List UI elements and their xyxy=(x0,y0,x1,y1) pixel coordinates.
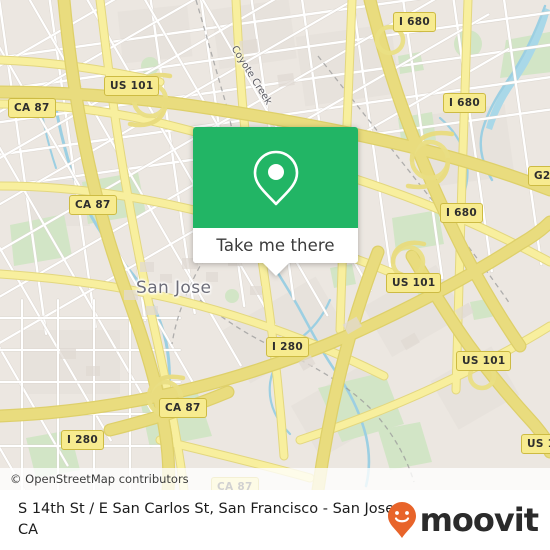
highway-shield[interactable]: CA 87 xyxy=(69,195,117,215)
map-attribution: © OpenStreetMap contributors xyxy=(0,468,550,490)
highway-shield[interactable]: I 680 xyxy=(443,93,486,113)
take-me-there-button[interactable]: Take me there xyxy=(216,236,334,255)
popup-footer[interactable]: Take me there xyxy=(193,228,358,263)
map-pin-icon xyxy=(253,150,298,205)
location-popup-card[interactable]: Take me there xyxy=(193,127,358,276)
highway-shield[interactable]: US 101 xyxy=(104,76,160,96)
highway-shield[interactable]: US 10 xyxy=(521,434,550,454)
highway-shield[interactable]: I 280 xyxy=(61,430,104,450)
highway-shield[interactable]: CA 87 xyxy=(159,398,207,418)
map-label-san-jose: San Jose xyxy=(136,278,212,298)
moovit-smiley-pin-icon xyxy=(387,502,416,538)
highway-shield[interactable]: I 280 xyxy=(266,337,309,357)
moovit-logo[interactable]: moovit xyxy=(387,501,539,539)
highway-shield[interactable]: US 101 xyxy=(386,273,442,293)
moovit-wordmark: moovit xyxy=(419,501,539,539)
highway-shield[interactable]: G2 xyxy=(528,166,550,186)
highway-shield[interactable]: I 680 xyxy=(393,12,436,32)
popup-pointer-tail xyxy=(262,263,289,276)
highway-shield[interactable]: CA 87 xyxy=(8,98,56,118)
map-canvas[interactable]: .lnd{fill:#ece7e1} .blk{fill:#e4dfd9} .b… xyxy=(0,0,550,490)
footer-bar: S 14th St / E San Carlos St, San Francis… xyxy=(0,490,550,550)
moovit-map-screenshot: .lnd{fill:#ece7e1} .blk{fill:#e4dfd9} .b… xyxy=(0,0,550,550)
highway-shield[interactable]: US 101 xyxy=(456,351,512,371)
highway-shield[interactable]: I 680 xyxy=(440,203,483,223)
popup-body: Take me there xyxy=(193,127,358,263)
place-address-label: S 14th St / E San Carlos St, San Francis… xyxy=(18,501,399,538)
popup-header xyxy=(193,127,358,228)
